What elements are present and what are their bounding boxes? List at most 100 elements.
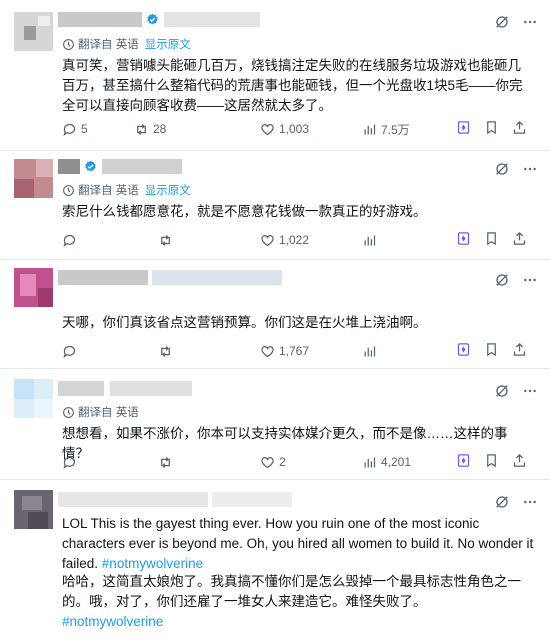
- views-button[interactable]: [362, 231, 381, 249]
- share-button[interactable]: [512, 120, 527, 138]
- bookmark-icon: [487, 454, 496, 468]
- action-bar: 1,022: [62, 231, 532, 249]
- repost-icon: [161, 345, 170, 357]
- share-button[interactable]: [512, 453, 527, 471]
- grok-analyze-button[interactable]: [456, 120, 471, 138]
- reply-post[interactable]: LOL This is the gayest thing ever. How y…: [0, 480, 550, 638]
- post-text: 索尼什么钱都愿意花，就是不愿意花钱做一款真正的好游戏。: [62, 204, 427, 219]
- avatar-pixel: [36, 159, 53, 177]
- reply-button[interactable]: [62, 453, 81, 471]
- repost-button[interactable]: [158, 453, 177, 471]
- grok-analyze-icon: [457, 232, 470, 245]
- avatar[interactable]: [14, 12, 53, 51]
- user-handle-redacted[interactable]: [110, 381, 192, 396]
- action-bar: 1,767: [62, 342, 532, 360]
- like-button[interactable]: 1,767: [260, 342, 309, 360]
- avatar[interactable]: [14, 268, 53, 307]
- user-handle-redacted[interactable]: [212, 492, 292, 507]
- hashtag-link[interactable]: #notmywolverine: [102, 556, 203, 571]
- more-options-icon[interactable]: [522, 494, 538, 510]
- translate-icon: [63, 407, 74, 419]
- grok-icon[interactable]: [494, 383, 510, 399]
- grok-icon[interactable]: [494, 14, 510, 30]
- user-name-redacted[interactable]: [58, 492, 208, 507]
- user-name-redacted[interactable]: [58, 381, 104, 396]
- like-count: 1,022: [279, 233, 310, 247]
- share-button[interactable]: [512, 231, 527, 249]
- reply-button[interactable]: [62, 231, 81, 249]
- views-icon: [364, 346, 376, 356]
- heart-icon: [261, 456, 274, 468]
- repost-icon: [137, 123, 146, 135]
- share-icon: [513, 342, 526, 356]
- views-button[interactable]: [362, 342, 381, 360]
- views-button[interactable]: 7.5万: [362, 120, 410, 138]
- avatar-pixel: [34, 399, 53, 418]
- translated-from-label: 翻译自 英语: [78, 39, 139, 51]
- hashtag-link[interactable]: #notmywolverine: [62, 612, 532, 632]
- user-name-redacted[interactable]: [58, 12, 142, 27]
- avatar-pixel: [22, 496, 42, 510]
- repost-button[interactable]: [158, 342, 177, 360]
- more-options-icon[interactable]: [522, 272, 538, 288]
- verified-badge-icon: [85, 160, 96, 172]
- bookmark-icon: [487, 121, 496, 135]
- avatar-pixel: [28, 512, 48, 529]
- like-button[interactable]: 1,003: [260, 120, 309, 138]
- user-handle-redacted[interactable]: [164, 12, 260, 27]
- user-handle-redacted[interactable]: [152, 270, 282, 285]
- verified-badge-icon: [147, 13, 158, 25]
- like-count: 2: [279, 455, 286, 469]
- avatar-pixel: [24, 26, 36, 40]
- grok-icon[interactable]: [494, 494, 510, 510]
- bookmark-button[interactable]: [484, 120, 499, 138]
- post-text-original: LOL This is the gayest thing ever. How y…: [62, 514, 542, 574]
- share-button[interactable]: [512, 342, 527, 360]
- reply-post[interactable]: 天哪，你们真该省点这营销预算。你们这是在火堆上浇油啊。 1,767: [0, 260, 550, 368]
- heart-icon: [261, 345, 274, 357]
- bookmark-icon: [487, 232, 496, 246]
- heart-icon: [261, 234, 274, 246]
- user-name-redacted[interactable]: [58, 159, 80, 174]
- user-name-redacted[interactable]: [58, 270, 148, 285]
- post-text-translated: 哈哈，这简直太娘炮了。我真搞不懂你们是怎么毁掉一个最具标志性角色之一的。哦，对了…: [62, 572, 532, 632]
- repost-button[interactable]: [158, 231, 177, 249]
- reply-post[interactable]: 翻译自 英语 显示原文 真可笑，营销噱头能砸几百万，烧钱搞注定失败的在线服务垃圾游…: [0, 0, 550, 150]
- more-options-icon[interactable]: [522, 161, 538, 177]
- bookmark-button[interactable]: [484, 342, 499, 360]
- action-bar: 5 28 1,003 7.5万: [62, 120, 532, 138]
- grok-analyze-icon: [457, 343, 470, 356]
- grok-icon[interactable]: [494, 161, 510, 177]
- avatar[interactable]: [14, 379, 53, 418]
- reply-post[interactable]: 翻译自 英语 想想看，如果不涨价，你本可以支持实体媒介更久，而不是像……这样的事…: [0, 369, 550, 479]
- more-options-icon[interactable]: [522, 14, 538, 30]
- reply-post[interactable]: 翻译自 英语 显示原文 索尼什么钱都愿意花，就是不愿意花钱做一款真正的好游戏。 1…: [0, 151, 550, 259]
- share-icon: [513, 453, 526, 467]
- reply-icon: [63, 456, 76, 469]
- bookmark-button[interactable]: [484, 453, 499, 471]
- translate-icon: [63, 185, 74, 197]
- reply-count: 5: [81, 122, 88, 136]
- grok-analyze-button[interactable]: [456, 342, 471, 360]
- reply-button[interactable]: [62, 342, 81, 360]
- more-options-icon[interactable]: [522, 383, 538, 399]
- repost-count: 28: [153, 122, 167, 136]
- reply-button[interactable]: 5: [62, 120, 88, 138]
- show-original-link[interactable]: 显示原文: [145, 185, 191, 197]
- share-icon: [513, 120, 526, 134]
- bookmark-icon: [487, 343, 496, 357]
- avatar-pixel: [14, 179, 34, 198]
- show-original-link[interactable]: 显示原文: [145, 39, 191, 51]
- share-icon: [513, 231, 526, 245]
- avatar[interactable]: [14, 490, 53, 529]
- avatar[interactable]: [14, 159, 53, 198]
- repost-button[interactable]: 28: [134, 120, 166, 138]
- views-button[interactable]: 4,201: [362, 453, 411, 471]
- user-handle-redacted[interactable]: [102, 159, 182, 174]
- bookmark-button[interactable]: [484, 231, 499, 249]
- grok-analyze-button[interactable]: [456, 231, 471, 249]
- like-button[interactable]: 2: [260, 453, 286, 471]
- grok-icon[interactable]: [494, 272, 510, 288]
- like-button[interactable]: 1,022: [260, 231, 309, 249]
- grok-analyze-button[interactable]: [456, 453, 471, 471]
